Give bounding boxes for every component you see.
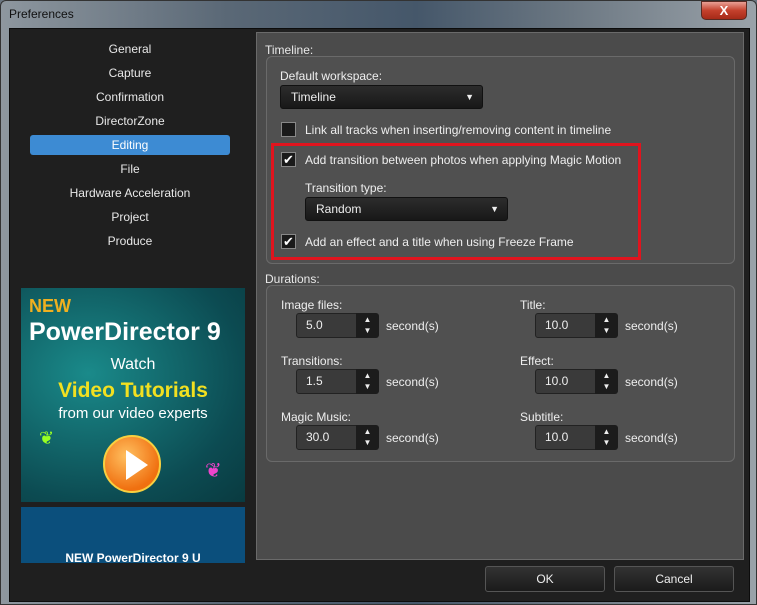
unit-label: second(s) <box>625 319 678 333</box>
ad-experts: from our video experts <box>58 405 208 422</box>
ok-button[interactable]: OK <box>485 566 605 592</box>
timeline-group: Default workspace: Timeline ▼ Link all tr… <box>266 56 735 264</box>
dialog-body: General Capture Confirmation DirectorZon… <box>9 28 750 602</box>
up-down-arrows-icon[interactable]: ▲ ▼ <box>356 369 379 394</box>
unit-label: second(s) <box>625 375 678 389</box>
image-files-spinner[interactable]: 5.0 ▲ ▼ <box>296 313 380 338</box>
image-files-label: Image files: <box>281 298 343 312</box>
sidebar-item-project[interactable]: Project <box>30 205 230 229</box>
window-frame: Preferences X General Capture Confirmati… <box>0 0 757 605</box>
durations-group: Image files: 5.0 ▲ ▼ second(s) Transitions… <box>266 285 735 462</box>
link-tracks-label: Link all tracks when inserting/removing … <box>305 123 612 137</box>
subtitle-label: Subtitle: <box>520 410 564 424</box>
chevron-down-icon: ▼ <box>465 92 474 102</box>
highlight-box <box>271 143 641 260</box>
spinner-value[interactable]: 30.0 <box>296 425 357 450</box>
magic-music-label: Magic Music: <box>281 410 352 424</box>
unit-label: second(s) <box>386 319 439 333</box>
spinner-value[interactable]: 1.5 <box>296 369 357 394</box>
title-spinner[interactable]: 10.0 ▲ ▼ <box>535 313 619 338</box>
transitions-spinner[interactable]: 1.5 ▲ ▼ <box>296 369 380 394</box>
magic-music-spinner[interactable]: 30.0 ▲ ▼ <box>296 425 380 450</box>
butterfly-icon: ❦ <box>39 428 55 448</box>
unit-label: second(s) <box>386 375 439 389</box>
ad-watch: Watch <box>110 356 156 373</box>
video-tutorials-ad[interactable]: NEW PowerDirector 9 Watch Video Tutorial… <box>21 288 245 502</box>
effect-label: Effect: <box>520 354 554 368</box>
unit-label: second(s) <box>625 431 678 445</box>
sidebar-item-directorzone[interactable]: DirectorZone <box>30 109 230 133</box>
cancel-button[interactable]: Cancel <box>614 566 734 592</box>
ad-new: NEW <box>29 296 71 316</box>
play-icon <box>103 435 161 493</box>
window-title: Preferences <box>9 7 74 21</box>
butterfly-icon: ❦ <box>205 460 222 482</box>
effect-spinner[interactable]: 10.0 ▲ ▼ <box>535 369 619 394</box>
title-label: Title: <box>520 298 546 312</box>
spinner-value[interactable]: 10.0 <box>535 425 596 450</box>
sidebar-item-editing[interactable]: Editing <box>30 135 230 155</box>
sidebar-item-confirmation[interactable]: Confirmation <box>30 85 230 109</box>
workspace-value: Timeline <box>291 90 336 104</box>
link-tracks-checkbox[interactable] <box>281 122 296 137</box>
up-down-arrows-icon[interactable]: ▲ ▼ <box>356 425 379 450</box>
transitions-label: Transitions: <box>281 354 343 368</box>
close-button[interactable]: X <box>701 1 747 20</box>
sidebar-item-produce[interactable]: Produce <box>30 229 230 253</box>
sidebar-item-file[interactable]: File <box>30 157 230 181</box>
durations-group-label: Durations: <box>265 272 320 286</box>
up-down-arrows-icon[interactable]: ▲ ▼ <box>595 369 618 394</box>
unit-label: second(s) <box>386 431 439 445</box>
up-down-arrows-icon[interactable]: ▲ ▼ <box>595 425 618 450</box>
up-down-arrows-icon[interactable]: ▲ ▼ <box>595 313 618 338</box>
sidebar-item-capture[interactable]: Capture <box>30 61 230 85</box>
timeline-group-label: Timeline: <box>265 43 314 57</box>
ad-banner-2[interactable]: NEW PowerDirector 9 U <box>21 507 245 563</box>
spinner-value[interactable]: 5.0 <box>296 313 357 338</box>
ad-tutorials: Video Tutorials <box>58 379 208 402</box>
subtitle-spinner[interactable]: 10.0 ▲ ▼ <box>535 425 619 450</box>
sidebar-item-general[interactable]: General <box>30 37 230 61</box>
sidebar-item-hardware-acceleration[interactable]: Hardware Acceleration <box>30 181 230 205</box>
spinner-value[interactable]: 10.0 <box>535 313 596 338</box>
ad-product: PowerDirector 9 <box>29 318 221 346</box>
up-down-arrows-icon[interactable]: ▲ ▼ <box>356 313 379 338</box>
workspace-label: Default workspace: <box>280 69 383 83</box>
workspace-dropdown[interactable]: Timeline ▼ <box>280 85 483 109</box>
sidebar-nav: General Capture Confirmation DirectorZon… <box>10 37 250 253</box>
settings-panel: Timeline: Default workspace: Timeline ▼ L… <box>256 32 744 560</box>
spinner-value[interactable]: 10.0 <box>535 369 596 394</box>
